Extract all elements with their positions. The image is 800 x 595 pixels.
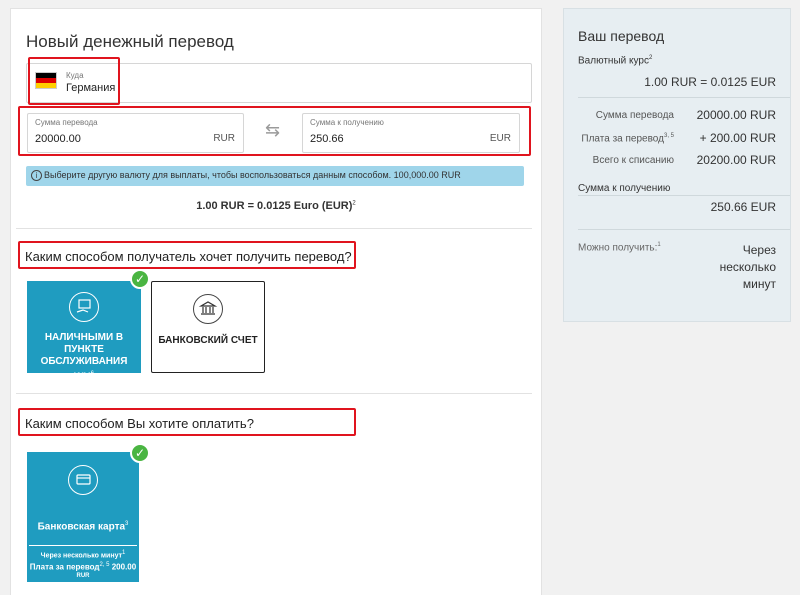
receive-option-cash-label: НАЛИЧНЫМИ В ПУНКТЕ ОБСЛУЖИВАНИЯ WU6 [40, 332, 128, 383]
summary-row-label: Плата за перевод3, 5 [581, 133, 674, 145]
pay-option-fee-currency: RUR [76, 573, 90, 579]
selected-check-icon: ✓ [130, 269, 150, 289]
pay-option-divider [29, 545, 137, 546]
info-notice: i Выберите другую валюту для выплаты, чт… [26, 166, 524, 186]
highlight-amounts [18, 106, 531, 156]
exchange-rate-sup: 2 [352, 200, 356, 207]
page-title: Новый денежный перевод [26, 32, 234, 51]
info-notice-text: Выберите другую валюту для выплаты, чтоб… [44, 170, 461, 180]
bank-building-icon [193, 294, 223, 324]
receive-option-cash[interactable]: НАЛИЧНЫМИ В ПУНКТЕ ОБСЛУЖИВАНИЯ WU6 [27, 281, 141, 382]
summary-receive-label: Сумма к получению [578, 183, 671, 194]
summary-divider [578, 97, 790, 98]
summary-divider [578, 195, 790, 196]
summary-receive-value: 250.66 EUR [710, 200, 776, 214]
exchange-rate-line: 1.00 RUR = 0.0125 Euro (EUR)2 [10, 200, 542, 212]
summary-row-value: 20200.00 RUR [696, 153, 776, 167]
highlight-pay-question [18, 408, 356, 436]
summary-title: Ваш перевод [578, 28, 665, 44]
summary-row-value: 20000.00 RUR [696, 108, 776, 122]
section-divider [16, 393, 532, 394]
summary-divider [578, 229, 790, 230]
highlight-destination [28, 57, 120, 105]
summary-rate-value: 1.00 RUR = 0.0125 EUR [644, 75, 776, 89]
transfer-summary-panel: Ваш перевод Валютный курс2 1.00 RUR = 0.… [563, 8, 791, 322]
summary-row-value: + 200.00 RUR [699, 131, 776, 145]
selected-check-icon: ✓ [130, 443, 150, 463]
receive-option-bank-label: БАНКОВСКИЙ СЧЕТ [158, 335, 258, 346]
pay-option-title: Банковская карта3 [37, 521, 129, 533]
credit-card-icon [68, 465, 98, 495]
receive-option-bank-account[interactable]: БАНКОВСКИЙ СЧЕТ [151, 281, 265, 373]
summary-row-label: Всего к списанию [592, 155, 674, 166]
summary-available-value: Через несколько минут [719, 243, 776, 291]
summary-rate-label: Валютный курс2 [578, 55, 653, 67]
section-divider [16, 228, 532, 229]
pay-option-bank-card[interactable]: Банковская карта3 Через несколько минут1… [27, 452, 139, 582]
info-icon: i [31, 170, 42, 181]
cash-hand-icon [69, 292, 99, 322]
pay-option-speed: Через несколько минут1 [40, 550, 126, 560]
summary-available-label: Можно получить:1 [578, 242, 661, 254]
pay-option-fee: Плата за перевод2, 5 200.00 [29, 562, 137, 572]
exchange-rate-text: 1.00 RUR = 0.0125 Euro (EUR) [196, 200, 353, 212]
highlight-receive-question [18, 241, 356, 269]
summary-row-label: Сумма перевода [595, 110, 674, 121]
